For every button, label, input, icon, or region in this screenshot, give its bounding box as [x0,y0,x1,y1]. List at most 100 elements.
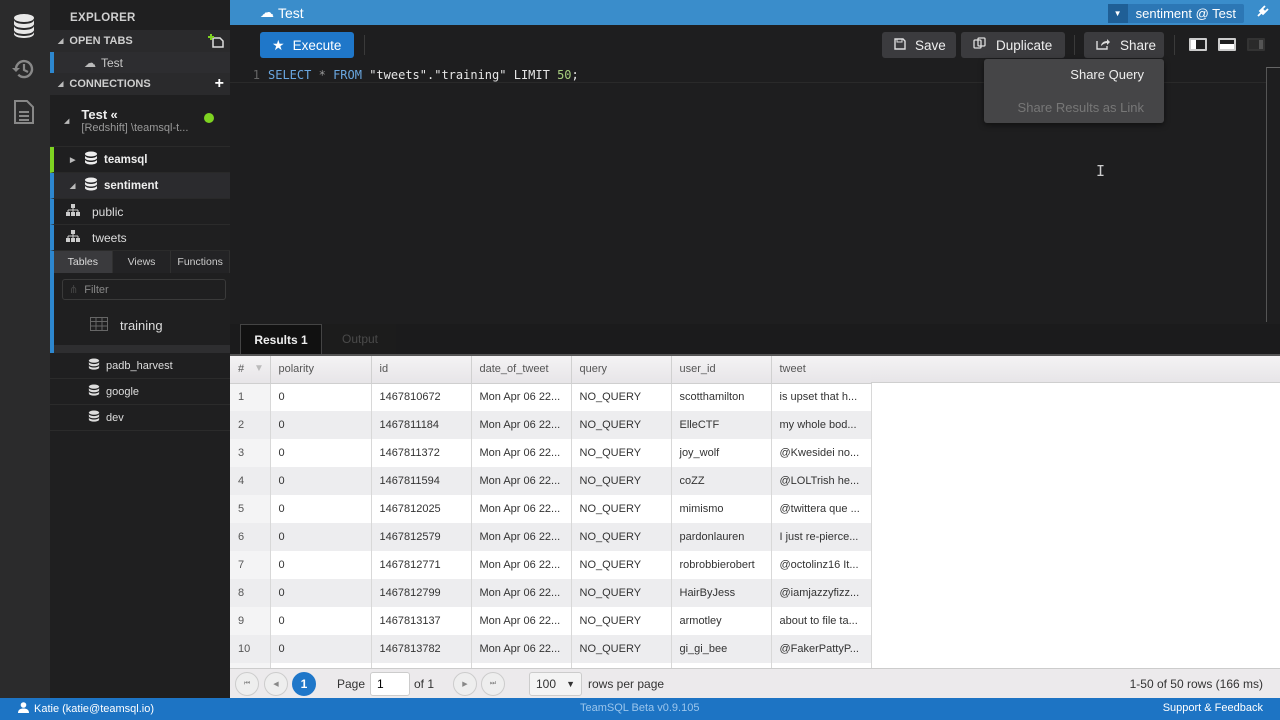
cell-query[interactable]: NO_QUERY [571,495,672,523]
cell-tweet[interactable]: about to file ta... [771,607,872,635]
column-header-id[interactable]: id [371,356,472,384]
last-page-button[interactable]: ⏭ [481,672,505,696]
cell-polarity[interactable]: 0 [270,383,372,411]
table-row[interactable]: 7 0 1467812771 Mon Apr 06 22... NO_QUERY robr… [230,551,872,579]
cell-user-id[interactable]: HairByJess [671,579,772,607]
cell-id[interactable]: 1467811372 [371,439,472,467]
disconnect-plug-icon[interactable] [1256,4,1270,21]
history-icon[interactable] [10,55,38,83]
save-button[interactable]: Save [882,32,956,58]
cell-polarity[interactable]: 0 [270,579,372,607]
cell-tweet[interactable]: @LOLTrish he... [771,467,872,495]
cell-date-of-tweet[interactable]: Mon Apr 06 22... [471,635,572,663]
connection-test[interactable]: ◢ Test « [Redshift] \teamsql-t... [50,95,230,147]
current-page-button[interactable]: 1 [292,672,316,696]
tab-output[interactable]: Output [324,324,396,354]
collapse-chevrons-icon[interactable]: « [111,107,118,122]
cell-date-of-tweet[interactable]: Mon Apr 06 22... [471,495,572,523]
add-connection-icon[interactable]: + [215,75,224,93]
cell-rownum[interactable]: 10 [230,635,271,663]
cell-polarity[interactable]: 0 [270,467,372,495]
cell-polarity[interactable]: 0 [270,607,372,635]
cell-rownum[interactable]: 1 [230,383,271,411]
cell-rownum[interactable]: 4 [230,467,271,495]
table-row[interactable]: 5 0 1467812025 Mon Apr 06 22... NO_QUERY mimi… [230,495,872,523]
cell-tweet[interactable]: @octolinz16 It... [771,551,872,579]
cell-id[interactable]: 1467813137 [371,607,472,635]
cell-id[interactable]: 1467812771 [371,551,472,579]
cell-polarity[interactable]: 0 [270,523,372,551]
cell-query[interactable]: NO_QUERY [571,635,672,663]
column-header-date-of-tweet[interactable]: date_of_tweet [471,356,572,384]
cell-query[interactable]: NO_QUERY [571,523,672,551]
duplicate-button[interactable]: Duplicate [961,32,1065,58]
table-row[interactable]: 6 0 1467812579 Mon Apr 06 22... NO_QUERY pard… [230,523,872,551]
table-training[interactable]: training [50,305,230,345]
cell-id[interactable]: 1467813782 [371,635,472,663]
cell-id[interactable]: 1467811184 [371,411,472,439]
cell-query[interactable]: NO_QUERY [571,579,672,607]
cell-query[interactable]: NO_QUERY [571,439,672,467]
layout-left-panel-icon[interactable] [1189,38,1207,51]
table-row[interactable]: 4 0 1467811594 Mon Apr 06 22... NO_QUERY coZZ… [230,467,872,495]
table-filter-input[interactable]: ⋔ Filter [62,279,226,300]
layout-right-panel-icon[interactable] [1247,38,1265,51]
cell-polarity[interactable]: 0 [270,551,372,579]
cell-user-id[interactable]: gi_gi_bee [671,635,772,663]
database-padb-harvest[interactable]: padb_harvest [50,353,230,379]
table-row[interactable]: 10 0 1467813782 Mon Apr 06 22... NO_QUERY gi_… [230,635,872,663]
cell-rownum[interactable]: 7 [230,551,271,579]
cell-user-id[interactable]: robrobbierobert [671,551,772,579]
cell-tweet[interactable]: @FakerPattyP... [771,635,872,663]
cell-id[interactable]: 1467812025 [371,495,472,523]
cell-user-id[interactable]: coZZ [671,467,772,495]
cell-date-of-tweet[interactable]: Mon Apr 06 22... [471,439,572,467]
cell-user-id[interactable]: joy_wolf [671,439,772,467]
database-sentiment[interactable]: ◢ sentiment [50,173,230,199]
cell-date-of-tweet[interactable]: Mon Apr 06 22... [471,579,572,607]
open-tab-test[interactable]: ☁ Test [50,52,230,73]
table-row[interactable]: 8 0 1467812799 Mon Apr 06 22... NO_QUERY Hair… [230,579,872,607]
cell-id[interactable]: 1467812579 [371,523,472,551]
filter-funnel-icon[interactable]: ▼ [254,363,264,374]
share-button[interactable]: Share [1084,32,1164,58]
cell-date-of-tweet[interactable]: Mon Apr 06 22... [471,467,572,495]
cell-query[interactable]: NO_QUERY [571,551,672,579]
cell-polarity[interactable]: 0 [270,495,372,523]
cell-tweet[interactable]: is upset that h... [771,383,872,411]
cell-query[interactable]: NO_QUERY [571,607,672,635]
layout-bottom-panel-icon[interactable] [1218,38,1236,51]
cell-tweet[interactable]: I just re-pierce... [771,523,872,551]
column-header-polarity[interactable]: polarity [270,356,372,384]
database-explorer-icon[interactable] [10,12,38,40]
user-account[interactable]: Katie (katie@teamsql.io) [18,702,154,716]
connection-selector[interactable]: ▼ sentiment @ Test [1107,4,1244,23]
tab-tables[interactable]: Tables [54,251,113,273]
cell-tweet[interactable]: @Kwesidei no... [771,439,872,467]
page-number-input[interactable] [370,672,410,696]
cell-date-of-tweet[interactable]: Mon Apr 06 22... [471,523,572,551]
cell-date-of-tweet[interactable]: Mon Apr 06 22... [471,607,572,635]
column-header-query[interactable]: query [571,356,672,384]
table-row[interactable]: 1 0 1467810672 Mon Apr 06 22... NO_QUERY scot… [230,383,872,411]
table-row[interactable]: 3 0 1467811372 Mon Apr 06 22... NO_QUERY joy_… [230,439,872,467]
document-icon[interactable] [10,98,38,126]
database-google[interactable]: google [50,379,230,405]
schema-tweets[interactable]: tweets [50,225,230,251]
cell-polarity[interactable]: 0 [270,635,372,663]
cell-rownum[interactable]: 5 [230,495,271,523]
cell-tweet[interactable]: @iamjazzyfizz... [771,579,872,607]
editor-scrollbar[interactable] [1266,67,1280,322]
query-tab-test[interactable]: ☁ Test [260,4,304,21]
table-row[interactable]: 2 0 1467811184 Mon Apr 06 22... NO_QUERY Elle… [230,411,872,439]
cell-id[interactable]: 1467811594 [371,467,472,495]
tab-results-1[interactable]: Results 1 [240,324,322,354]
cell-rownum[interactable]: 6 [230,523,271,551]
open-tabs-section-header[interactable]: ◢ OPEN TABS [50,30,230,52]
cell-id[interactable]: 1467810672 [371,383,472,411]
schema-public[interactable]: public [50,199,230,225]
database-dev[interactable]: dev [50,405,230,431]
column-header-user-id[interactable]: user_id [671,356,772,384]
cell-query[interactable]: NO_QUERY [571,411,672,439]
column-header-rownum[interactable]: # ▼ [230,356,271,384]
